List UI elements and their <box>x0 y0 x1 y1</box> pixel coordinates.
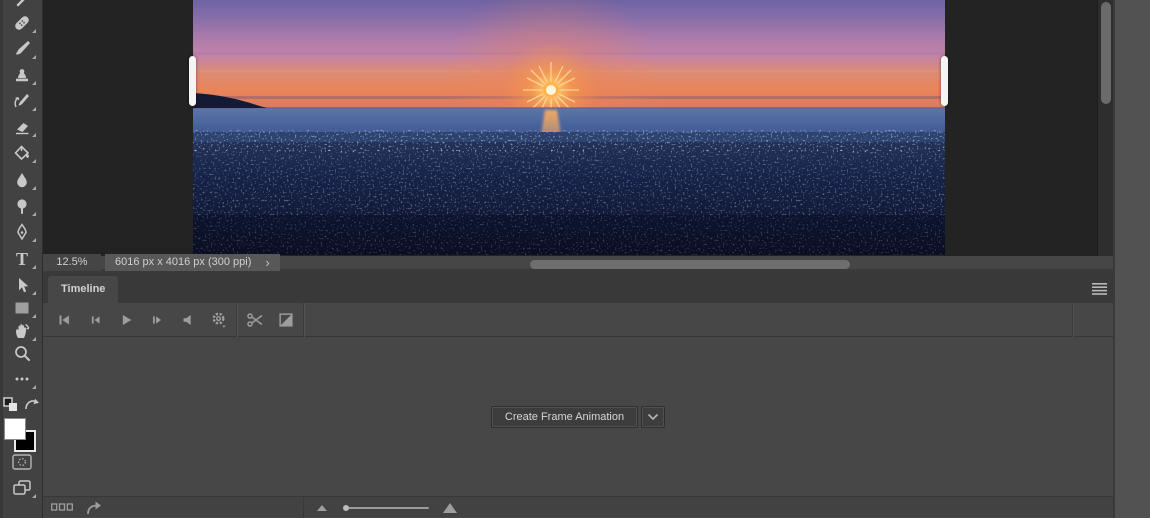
footer-divider <box>303 497 304 518</box>
document-info[interactable]: 6016 px x 4016 px (300 ppi) › <box>105 254 280 271</box>
vertical-scrollbar[interactable] <box>1097 0 1113 256</box>
document-status-bar: 12.5% 6016 px x 4016 px (300 ppi) › <box>43 254 1113 273</box>
quick-mask-icon <box>11 454 32 470</box>
brush-icon <box>15 41 30 55</box>
default-colors-icon[interactable] <box>2 396 18 412</box>
panel-menu-button[interactable] <box>1092 282 1107 300</box>
horizontal-scrollbar-thumb[interactable] <box>530 260 850 269</box>
create-animation-control: Create Frame Animation <box>490 405 666 428</box>
hand-rotate-icon <box>15 323 30 338</box>
tool-paint-bucket[interactable] <box>0 141 43 165</box>
controls-divider <box>1072 303 1073 337</box>
flatten-frames-button[interactable] <box>85 497 103 517</box>
tool-dodge[interactable] <box>0 194 43 218</box>
swap-colors-arrow-icon[interactable] <box>23 396 41 412</box>
timeline-controls-row <box>43 302 1113 337</box>
zoom-in-mountain-icon <box>443 502 457 513</box>
tool-path-selection[interactable] <box>0 273 43 297</box>
sunset-photo-image <box>193 0 945 255</box>
healing-brush-bandaid-icon <box>14 16 29 30</box>
rectangle-shape-icon <box>15 302 28 314</box>
play-icon <box>122 314 131 325</box>
status-expand-chevron-icon[interactable]: › <box>265 255 269 270</box>
convert-to-frame-animation-icon <box>51 503 73 511</box>
paint-bucket-icon <box>13 145 29 161</box>
clone-stamp-icon <box>15 69 28 82</box>
crop-handle-right[interactable] <box>941 56 948 106</box>
create-frame-animation-button[interactable]: Create Frame Animation <box>490 405 639 428</box>
previous-frame-button[interactable] <box>79 303 110 336</box>
timeline-content-area: Create Frame Animation <box>43 337 1113 496</box>
pen-icon <box>16 223 27 241</box>
tool-eraser[interactable] <box>0 115 43 139</box>
document-dimensions: 6016 px x 4016 px (300 ppi) <box>115 256 252 268</box>
panel-dock-strip <box>1113 0 1150 518</box>
zoom-level-field[interactable]: 12.5% <box>43 254 101 271</box>
ellipsis-icon <box>15 377 28 381</box>
tool-color-controls <box>0 392 43 416</box>
settings-gear-icon <box>212 312 226 328</box>
foreground-color-swatch[interactable] <box>4 418 26 440</box>
spot-healing-icon <box>16 0 25 7</box>
split-scissors-icon <box>246 312 262 327</box>
history-brush-icon <box>13 94 29 108</box>
play-button[interactable] <box>110 303 141 336</box>
create-animation-dropdown-button[interactable] <box>641 405 666 428</box>
tools-toolbar: T <box>0 0 43 518</box>
eraser-icon <box>15 123 28 135</box>
tool-quick-mask[interactable] <box>0 450 43 474</box>
controls-divider <box>303 302 304 337</box>
tool-blur[interactable] <box>0 168 43 192</box>
photoshop-window: T 12.5% 6016 px x 4016 px (300 ppi) › Ti… <box>0 0 1150 518</box>
zoom-out-mountain-icon <box>317 505 327 511</box>
dodge-icon <box>16 199 27 214</box>
tab-timeline[interactable]: Timeline <box>48 276 119 303</box>
transition-button[interactable] <box>270 303 301 336</box>
timeline-zoom-out-button[interactable] <box>315 497 329 517</box>
next-frame-icon <box>152 315 161 324</box>
timeline-tab-bar: Timeline <box>43 273 1113 303</box>
tool-healing-brush[interactable] <box>0 11 43 35</box>
tool-brush[interactable] <box>0 37 43 61</box>
tool-pen[interactable] <box>0 220 43 244</box>
chevron-down-icon <box>648 413 659 420</box>
playback-settings-button[interactable] <box>203 303 234 336</box>
timeline-panel: Timeline Create Frame Animation <box>43 273 1113 518</box>
timeline-zoom-slider-thumb[interactable] <box>343 505 349 511</box>
controls-divider <box>236 302 237 337</box>
flatten-frames-arrow-icon <box>87 501 101 514</box>
tool-edit-toolbar[interactable] <box>0 367 43 391</box>
first-frame-icon <box>59 315 69 324</box>
hamburger-menu-icon <box>1092 283 1107 295</box>
vertical-scrollbar-thumb[interactable] <box>1101 2 1111 104</box>
transition-icon <box>278 312 293 327</box>
next-frame-button[interactable] <box>141 303 172 336</box>
split-at-playhead-button[interactable] <box>239 303 270 336</box>
first-frame-button[interactable] <box>48 303 79 336</box>
selection-arrow-icon <box>18 278 28 293</box>
timeline-zoom-in-button[interactable] <box>441 497 459 517</box>
tool-clone-stamp[interactable] <box>0 63 43 87</box>
audio-button[interactable] <box>172 303 203 336</box>
previous-frame-icon <box>91 315 99 324</box>
screen-mode-icon <box>12 480 31 495</box>
svg-text:T: T <box>15 249 27 269</box>
convert-to-frame-animation-button[interactable] <box>51 497 73 517</box>
magnifier-icon <box>14 346 30 361</box>
tool-type[interactable]: T <box>0 247 43 271</box>
document-canvas[interactable] <box>43 0 1113 256</box>
tool-history-brush[interactable] <box>0 89 43 113</box>
blur-drop-icon <box>16 173 27 188</box>
timeline-zoom-slider[interactable] <box>343 505 429 511</box>
audio-icon <box>183 314 191 325</box>
tool-screen-mode[interactable] <box>0 476 43 500</box>
tool-rectangle[interactable] <box>0 296 43 320</box>
tool-zoom[interactable] <box>0 341 43 365</box>
crop-handle-left[interactable] <box>189 56 196 106</box>
tool-hand[interactable] <box>0 319 43 343</box>
timeline-footer-bar <box>43 496 1113 518</box>
tool-spot-healing-partial[interactable] <box>0 0 43 10</box>
type-tool-icon: T <box>15 249 27 269</box>
sunset-photo <box>193 0 945 255</box>
